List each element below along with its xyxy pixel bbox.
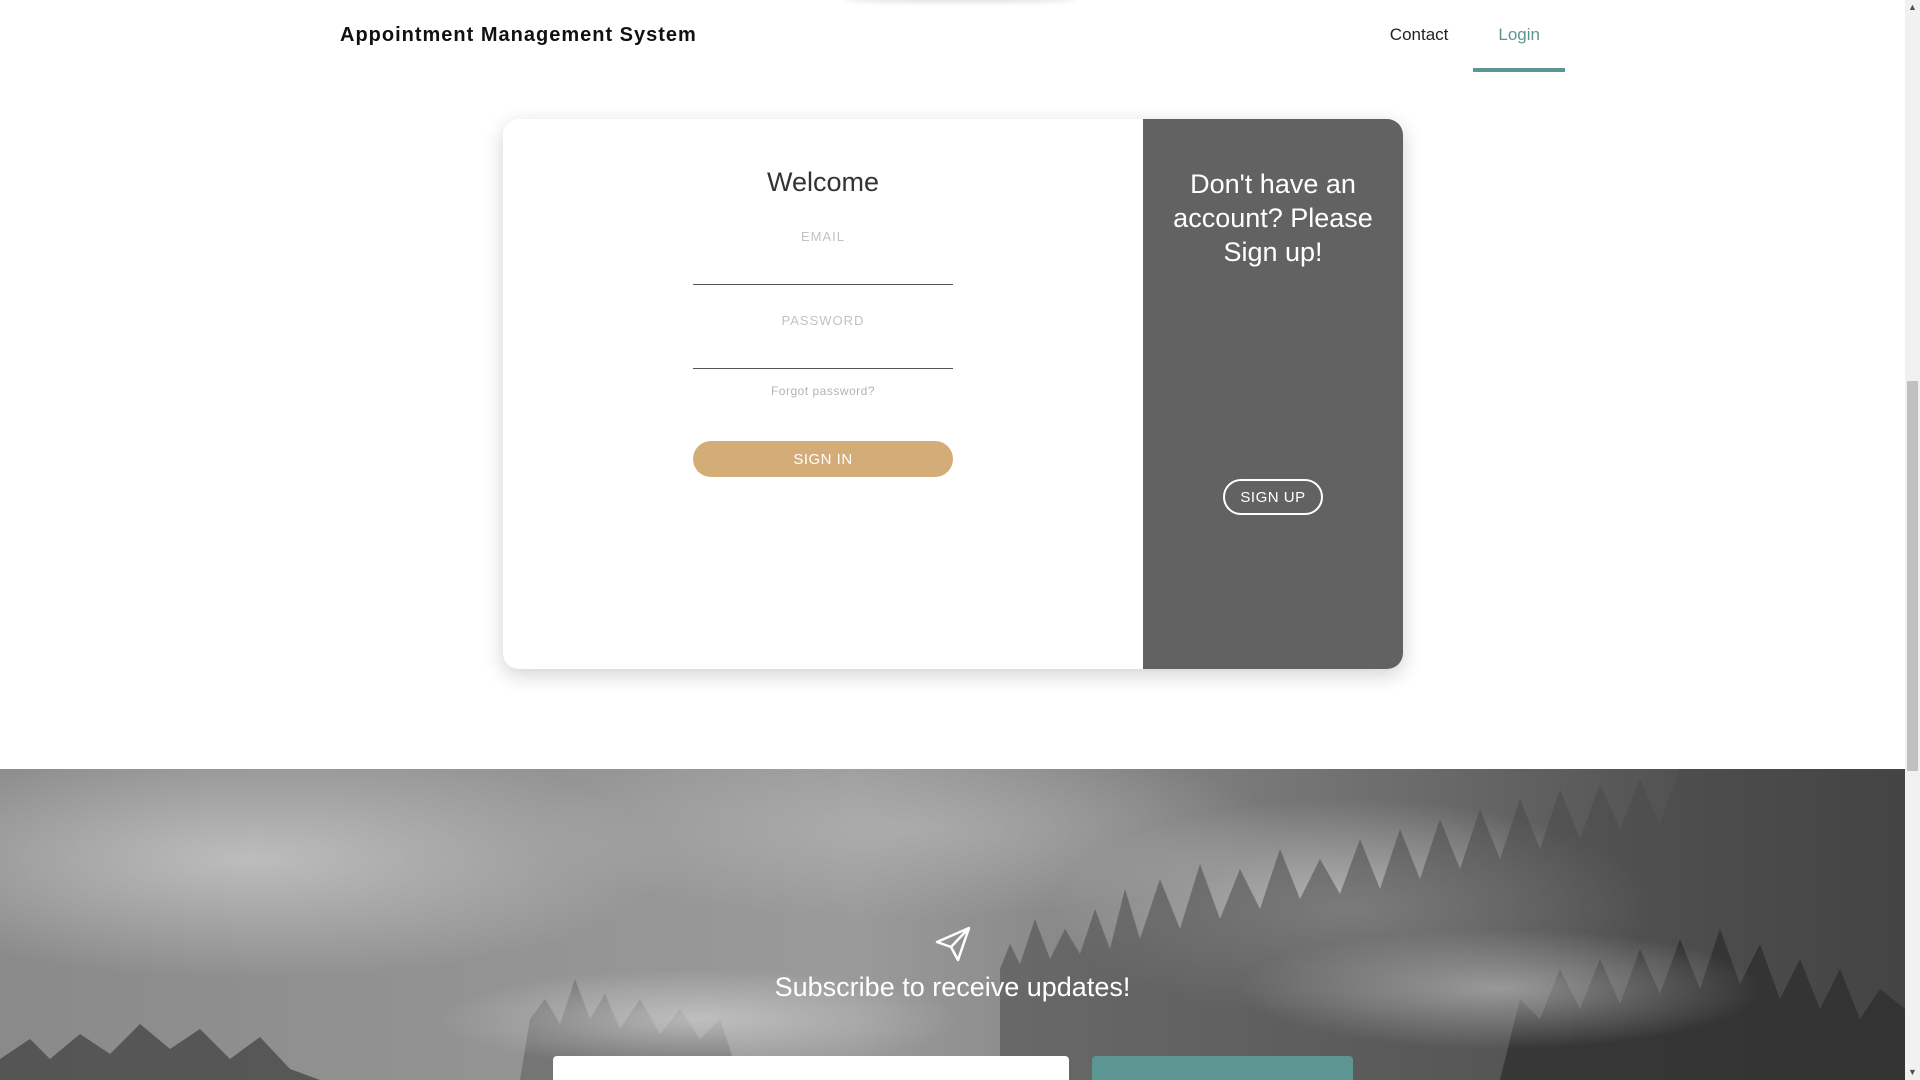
subscribe-section: Subscribe to receive updates! — [0, 769, 1905, 1080]
subscribe-button[interactable] — [1092, 1056, 1353, 1080]
foggy-forest-background — [0, 769, 1905, 1080]
signup-prompt: Don't have an account? Please Sign up! — [1173, 169, 1373, 267]
nav-contact-link[interactable]: Contact — [1365, 0, 1474, 72]
paper-plane-icon — [935, 926, 971, 962]
sign-in-button[interactable]: SIGN IN — [693, 441, 953, 477]
brand-title: Appointment Management System — [340, 24, 697, 46]
password-input[interactable] — [693, 342, 953, 369]
site-header: Appointment Management System Contact Lo… — [0, 0, 1905, 72]
scroll-down-arrow-icon[interactable]: ▼ — [1905, 1065, 1920, 1080]
forgot-password-link[interactable]: Forgot password? — [503, 384, 1143, 398]
email-input[interactable] — [693, 258, 953, 285]
signin-form: Welcome EMAIL PASSWORD Forgot password? … — [503, 119, 1143, 669]
login-card: Welcome EMAIL PASSWORD Forgot password? … — [503, 119, 1403, 669]
welcome-heading: Welcome — [766, 167, 880, 197]
scroll-thumb[interactable] — [1907, 381, 1918, 771]
page: Appointment Management System Contact Lo… — [0, 0, 1920, 1080]
subscribe-email-input[interactable] — [553, 1056, 1069, 1080]
nav-login-link[interactable]: Login — [1473, 0, 1565, 72]
vertical-scrollbar[interactable]: ▲ ▼ — [1905, 0, 1920, 1080]
sign-up-button[interactable]: SIGN UP — [1223, 479, 1323, 515]
email-label: EMAIL — [800, 229, 845, 244]
signup-panel: Don't have an account? Please Sign up! S… — [1143, 119, 1403, 669]
scroll-up-arrow-icon[interactable]: ▲ — [1905, 0, 1920, 15]
subscribe-heading: Subscribe to receive updates! — [774, 972, 1131, 1002]
main-nav: Contact Login — [1365, 0, 1565, 72]
password-label: PASSWORD — [781, 313, 865, 328]
